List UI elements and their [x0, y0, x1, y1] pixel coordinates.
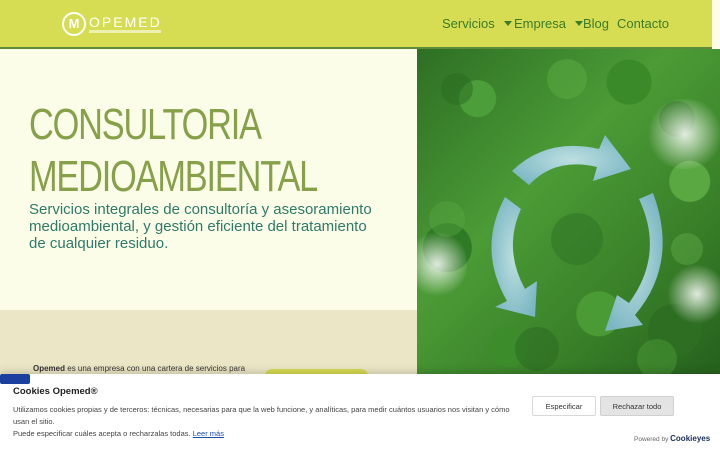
- cookie-body-line2: Puede especificar cuáles acepta o rechar…: [13, 429, 191, 438]
- cookie-body-line2-wrap: Puede especificar cuáles acepta o rechar…: [13, 428, 523, 440]
- cookie-accept-button[interactable]: [0, 374, 30, 384]
- nav-blog-label: Blog: [583, 16, 610, 31]
- hero-subtitle: Servicios integrales de consultoría y as…: [29, 201, 372, 252]
- nav-contacto-label: Contacto: [617, 16, 670, 31]
- nav-servicios[interactable]: Servicios: [442, 16, 512, 31]
- nav-servicios-label: Servicios: [442, 16, 495, 31]
- powered-by-text: Powered by: [634, 436, 669, 443]
- cookie-body-line1: Utilizamos cookies propias y de terceros…: [13, 405, 510, 426]
- hero-title-line2: MEDIOAMBIENTAL: [29, 152, 318, 201]
- cookieyes-logo: Cookieyes: [670, 434, 711, 443]
- cookie-banner: Cookies Opemed® Utilizamos cookies propi…: [0, 374, 720, 450]
- opemed-logo[interactable]: M OPEMED: [62, 12, 162, 38]
- cookie-customize-button[interactable]: Especificar: [532, 396, 596, 416]
- cloud-decoration: [667, 264, 720, 324]
- intro-body: es una empresa con una cartera de servic…: [65, 364, 246, 373]
- cookie-body: Utilizamos cookies propias y de terceros…: [13, 404, 523, 440]
- chevron-down-icon: [503, 21, 512, 26]
- cookie-read-more-link[interactable]: Leer más: [193, 429, 224, 438]
- nav-empresa-label: Empresa: [514, 16, 567, 31]
- hero-title: CONSULTORIA MEDIOAMBIENTAL: [29, 99, 325, 203]
- nav-empresa[interactable]: Empresa: [514, 16, 584, 31]
- chevron-down-icon: [575, 21, 584, 26]
- intro-brand: Opemed: [33, 364, 66, 373]
- cloud-decoration: [645, 99, 720, 169]
- site-header: M OPEMED Servicios Empresa Blog Contacto: [0, 0, 712, 49]
- cookie-powered-by: Powered by Cookieyes: [634, 434, 710, 443]
- cookie-reject-button[interactable]: Rechazar todo: [600, 396, 674, 416]
- cookie-title: Cookies Opemed®: [13, 386, 98, 397]
- hero-title-line1: CONSULTORIA: [29, 100, 262, 149]
- recycle-lake-graphic: [429, 59, 703, 379]
- logo-mark-icon: M: [62, 12, 86, 36]
- nav-blog[interactable]: Blog: [583, 16, 609, 31]
- logo-tagline-decoration: [89, 30, 161, 33]
- logo-wordmark: OPEMED: [89, 14, 162, 30]
- forest-recycle-image: [417, 49, 720, 380]
- intro-text: Opemed es una empresa con una cartera de…: [33, 363, 248, 374]
- nav-contacto[interactable]: Contacto: [617, 16, 669, 31]
